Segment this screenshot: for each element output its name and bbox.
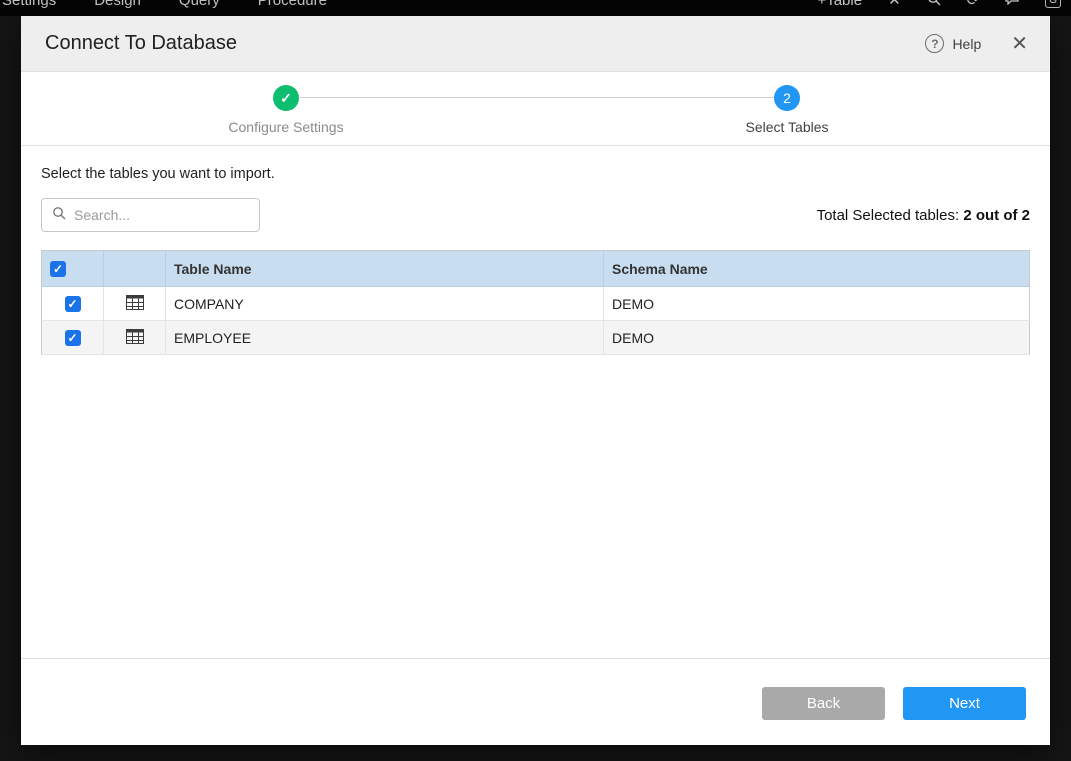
dialog-header: Connect To Database ? Help ✕: [21, 16, 1050, 72]
instruction-text: Select the tables you want to import.: [41, 166, 1030, 182]
next-button[interactable]: Next: [903, 687, 1026, 720]
row-checkbox-cell: [42, 287, 104, 321]
table-row[interactable]: EMPLOYEE DEMO: [42, 321, 1030, 355]
table-name-cell: EMPLOYEE: [166, 321, 604, 355]
help-icon: ?: [925, 34, 944, 53]
step-2-number: 2: [783, 90, 791, 106]
wizard-stepper: ✓ 2 Configure Settings Select Tables: [21, 72, 1050, 146]
stepper-connector: [300, 97, 774, 98]
header-table-name: Table Name: [166, 251, 604, 287]
summary-label: Total Selected tables:: [817, 207, 960, 224]
header-icon-cell: [104, 251, 166, 287]
step-2-label: Select Tables: [745, 119, 828, 135]
refresh-icon[interactable]: ⟳: [967, 0, 980, 8]
row-icon-cell: [104, 321, 166, 355]
tab-query[interactable]: Query: [179, 0, 220, 9]
table-name-cell: COMPANY: [166, 287, 604, 321]
header-schema-name: Schema Name: [604, 251, 1030, 287]
row-checkbox[interactable]: [65, 330, 81, 346]
schema-name-cell: DEMO: [604, 287, 1030, 321]
back-button[interactable]: Back: [762, 687, 885, 720]
search-box[interactable]: [41, 198, 260, 232]
toolbar-row: Total Selected tables: 2 out of 2: [41, 198, 1030, 232]
table-row[interactable]: COMPANY DEMO: [42, 287, 1030, 321]
table-icon: [126, 329, 144, 347]
select-all-checkbox[interactable]: [50, 261, 66, 277]
tab-settings[interactable]: Settings: [2, 0, 56, 9]
tab-design[interactable]: Design: [94, 0, 141, 9]
step-2-circle[interactable]: 2: [774, 85, 800, 111]
dialog-title: Connect To Database: [45, 32, 925, 55]
help-button[interactable]: ? Help: [925, 34, 981, 53]
schema-name-cell: DEMO: [604, 321, 1030, 355]
dialog-body: Select the tables you want to import. To…: [21, 146, 1050, 355]
step-1-circle[interactable]: ✓: [273, 85, 299, 111]
search-icon[interactable]: [927, 0, 941, 9]
app-topbar: Settings Design Query Procedure +Table ✕…: [0, 0, 1071, 16]
add-table-button[interactable]: +Table: [817, 0, 862, 9]
summary-value: 2 out of 2: [963, 207, 1030, 224]
close-icon[interactable]: ✕: [1011, 34, 1028, 54]
header-checkbox-cell: [42, 251, 104, 287]
chat-icon[interactable]: [1005, 0, 1019, 8]
close-icon[interactable]: ✕: [888, 0, 901, 8]
search-input[interactable]: [74, 207, 249, 223]
table-header-row: Table Name Schema Name: [42, 251, 1030, 287]
selected-tables-summary: Total Selected tables: 2 out of 2: [817, 207, 1030, 224]
check-icon: ✓: [280, 90, 292, 107]
dialog-footer: Back Next: [21, 658, 1050, 745]
table-icon: [126, 295, 144, 313]
row-checkbox-cell: [42, 321, 104, 355]
grid-icon[interactable]: G: [1045, 0, 1061, 8]
connect-to-database-dialog: Connect To Database ? Help ✕ ✓ 2 Configu…: [21, 16, 1050, 745]
search-icon: [52, 206, 66, 225]
row-icon-cell: [104, 287, 166, 321]
help-label: Help: [952, 36, 981, 52]
step-1-label: Configure Settings: [228, 119, 343, 135]
tab-procedure[interactable]: Procedure: [258, 0, 327, 9]
row-checkbox[interactable]: [65, 296, 81, 312]
tables-list: Table Name Schema Name COMPANY DEMO: [41, 250, 1030, 355]
